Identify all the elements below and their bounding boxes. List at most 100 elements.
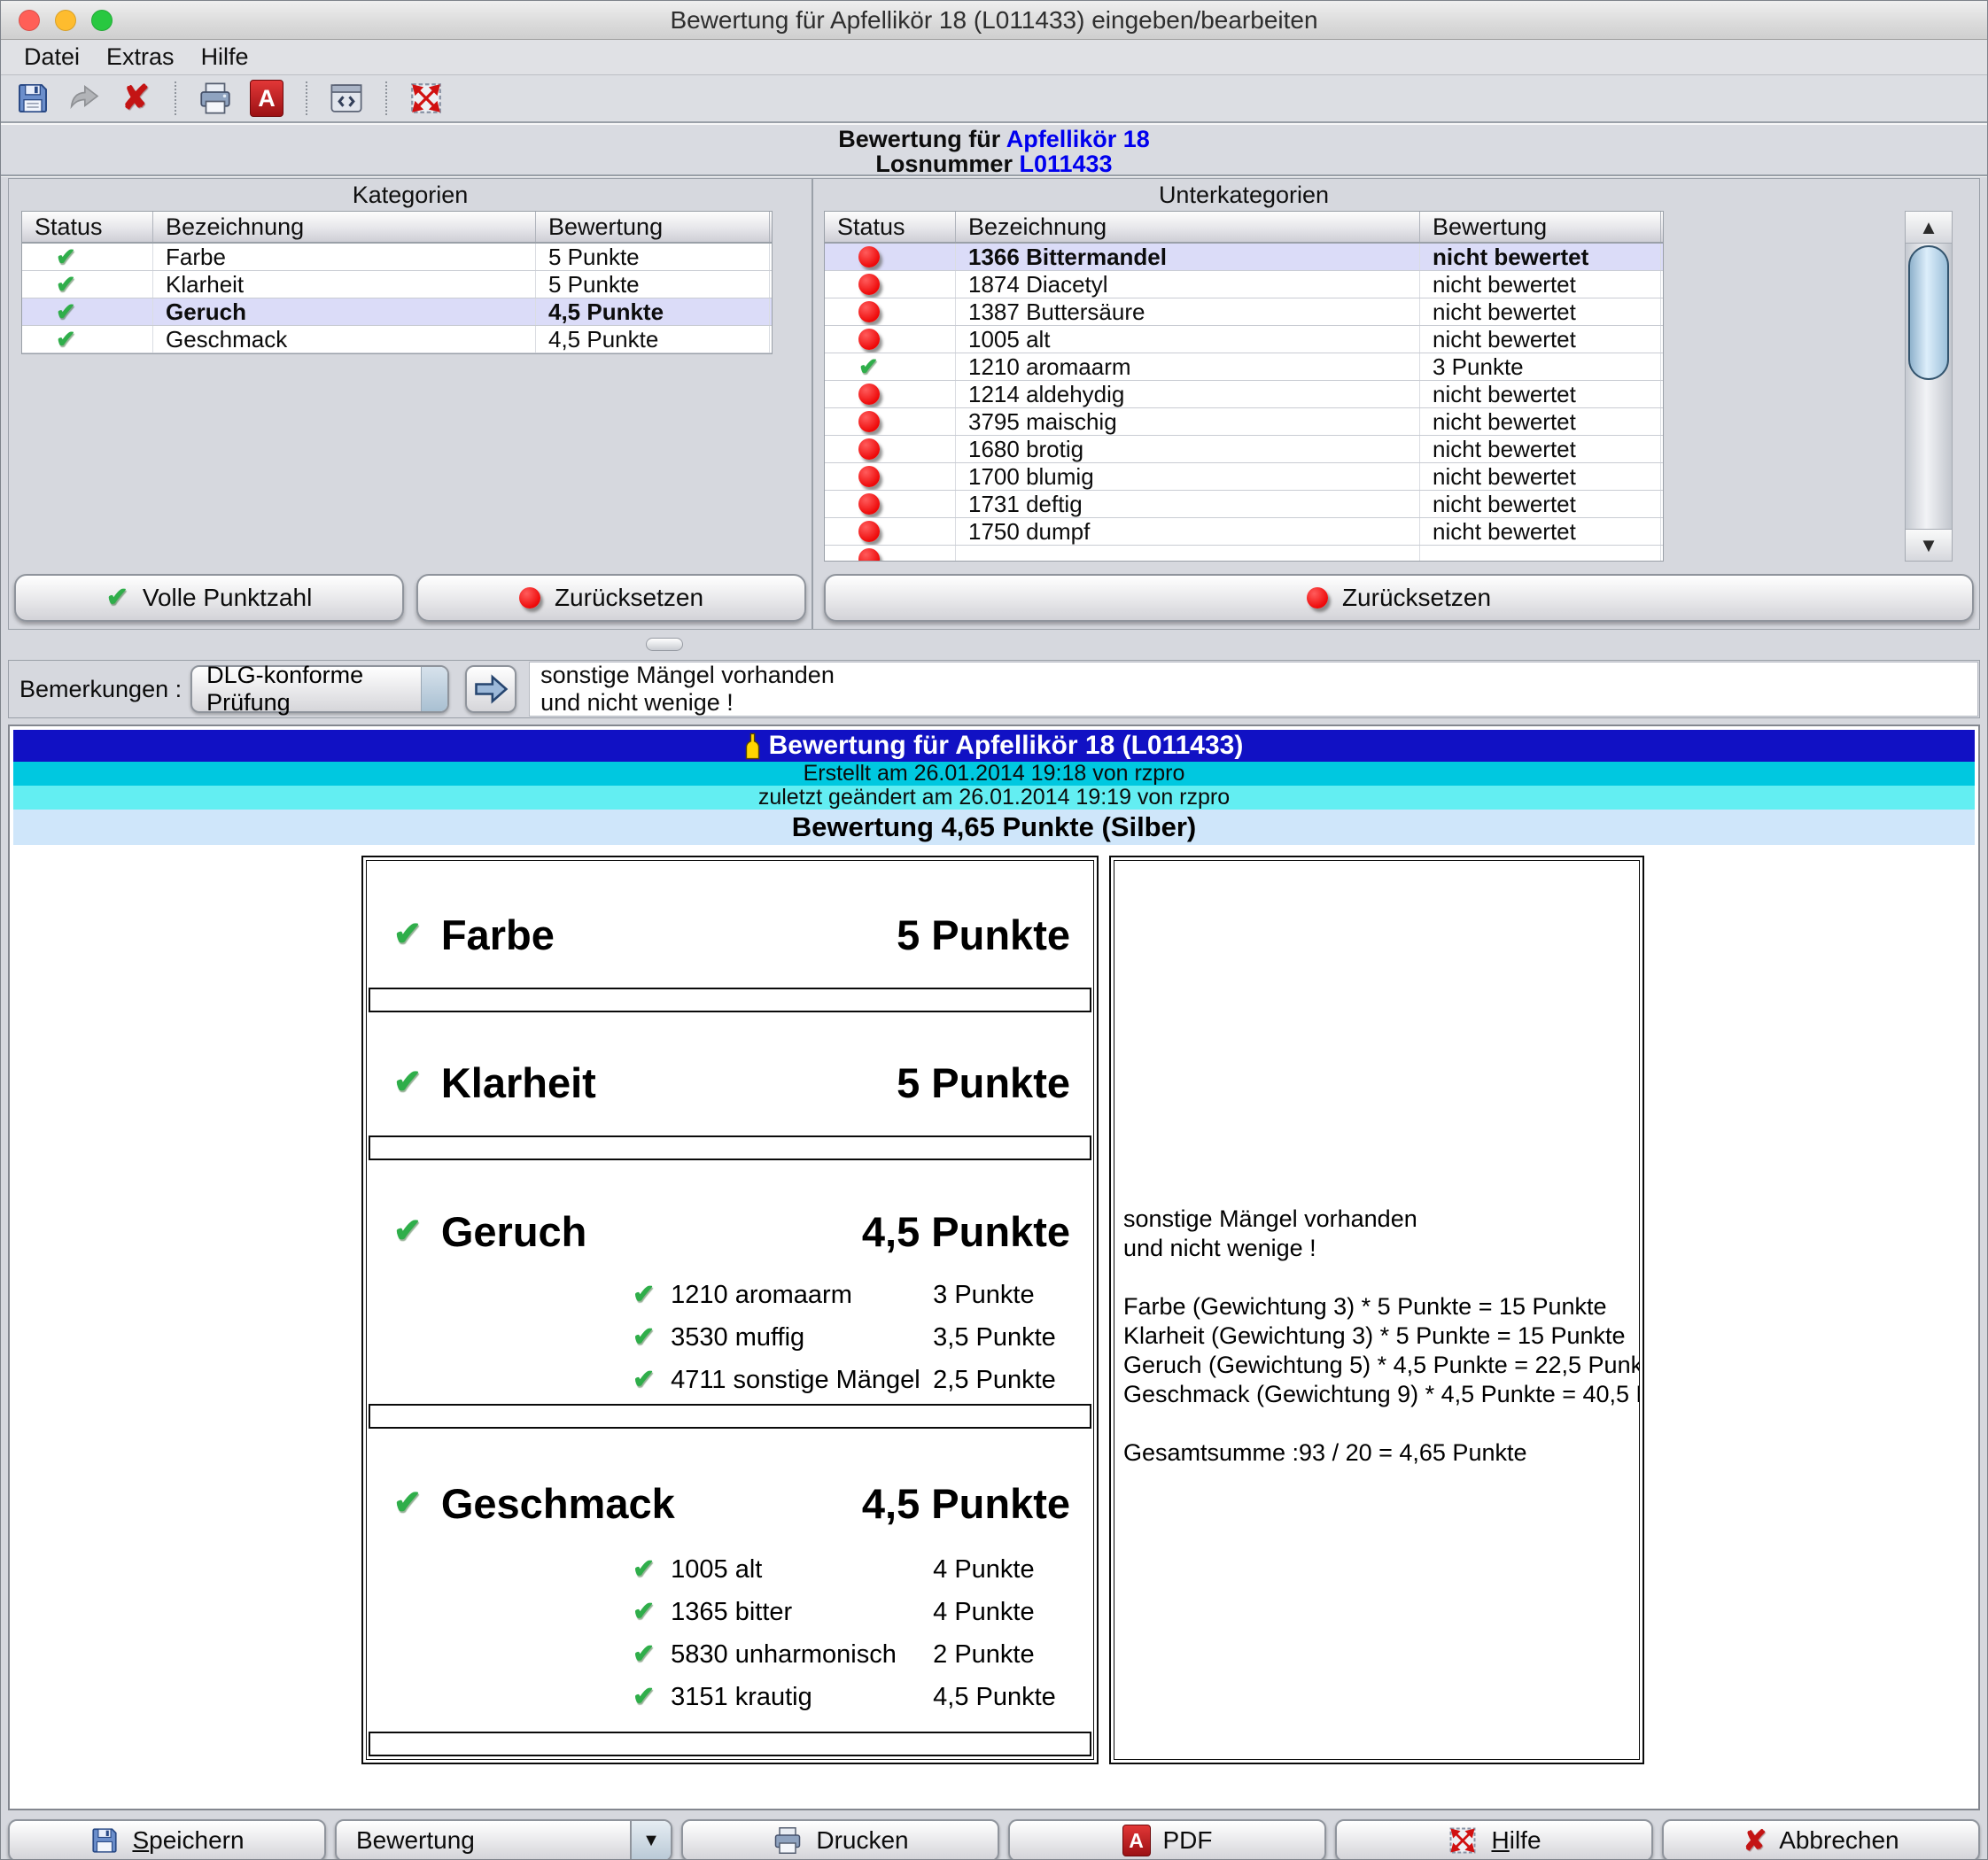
subcategory-rating: nicht bewertet — [1420, 463, 1661, 490]
red-dot-icon — [858, 466, 880, 487]
table-row[interactable]: 1750 dumpf nicht bewertet — [825, 518, 1663, 546]
print-label: Drucken — [816, 1826, 908, 1855]
scroll-down-button[interactable]: ▼ — [1906, 529, 1952, 561]
red-dot-icon — [858, 246, 880, 267]
subcategory-rating: nicht bewertet — [1420, 271, 1661, 298]
subitem-points: 4,5 Punkte — [933, 1683, 1056, 1712]
check-icon: ✔ — [106, 585, 128, 611]
table-row[interactable]: ✔ 1210 aromaarm 3 Punkte — [825, 353, 1663, 381]
menu-datei[interactable]: Datei — [24, 43, 80, 71]
column-status[interactable]: Status — [825, 212, 956, 242]
category-name: Geschmack — [153, 326, 536, 353]
menu-extras[interactable]: Extras — [106, 43, 175, 71]
table-row[interactable]: ✔ Klarheit 5 Punkte — [22, 271, 772, 298]
block-points: 4,5 Punkte — [862, 1479, 1070, 1528]
table-row[interactable]: ✔ Farbe 5 Punkte — [22, 244, 772, 271]
report-modified-bar: zuletzt geändert am 26.01.2014 19:19 von… — [13, 786, 1975, 810]
block-name: Geschmack — [441, 1479, 675, 1528]
bottle-icon — [745, 732, 760, 760]
red-dot-icon — [858, 274, 880, 295]
validate-toolbar-button[interactable] — [405, 78, 447, 119]
print-button[interactable]: Drucken — [681, 1819, 999, 1860]
apply-remark-button[interactable] — [465, 665, 516, 713]
check-icon: ✔ — [56, 300, 76, 324]
printer-icon — [772, 1825, 804, 1856]
subcategory-rating: nicht bewertet — [1420, 298, 1661, 325]
table-row[interactable]: 1387 Buttersäure nicht bewertet — [825, 298, 1663, 326]
table-row[interactable]: 1731 deftig nicht bewertet — [825, 491, 1663, 518]
full-points-label: Volle Punktzahl — [143, 584, 312, 612]
block-name: Klarheit — [441, 1058, 596, 1107]
subcategories-panel: Unterkategorien Status Bezeichnung Bewer… — [813, 179, 1979, 629]
table-row[interactable]: 1700 blumig nicht bewertet — [825, 463, 1663, 491]
table-row[interactable]: 1874 Diacetyl nicht bewertet — [825, 271, 1663, 298]
table-row[interactable]: ✔ Geschmack 4,5 Punkte — [22, 326, 772, 353]
save-button[interactable]: Speichern — [8, 1819, 326, 1860]
zoom-window-button[interactable] — [91, 10, 113, 31]
save-toolbar-button[interactable] — [12, 78, 54, 119]
check-icon: ✔ — [633, 1556, 655, 1583]
table-row-selected[interactable]: 1366 Bittermandel nicht bewertet — [825, 244, 1663, 271]
subitem-name: 5830 unharmonisch — [671, 1640, 933, 1670]
subitem-points: 2,5 Punkte — [933, 1366, 1056, 1395]
report-total-bar: Bewertung 4,65 Punkte (Silber) — [13, 810, 1975, 845]
menu-hilfe[interactable]: Hilfe — [201, 43, 249, 71]
window-toolbar-button[interactable] — [325, 78, 368, 119]
remarks-panel: Bemerkungen : DLG-konforme Prüfung sonst… — [8, 660, 1980, 718]
remarks-text-area[interactable]: sonstige Mängel vorhanden und nicht weni… — [529, 662, 1978, 717]
split-divider[interactable] — [1, 630, 1987, 660]
subcategory-name: 1387 Buttersäure — [956, 298, 1420, 325]
header-lot-number: L011433 — [1019, 151, 1112, 177]
delete-toolbar-button[interactable]: ✘ — [114, 78, 157, 119]
subitem-name: 1210 aromaarm — [671, 1281, 933, 1310]
table-row[interactable]: 1680 brotig nicht bewertet — [825, 436, 1663, 463]
column-status[interactable]: Status — [22, 212, 153, 242]
remarks-dropdown[interactable]: DLG-konforme Prüfung — [190, 665, 449, 713]
red-dot-icon — [858, 438, 880, 460]
table-row[interactable]: 1005 alt nicht bewertet — [825, 326, 1663, 353]
subcategory-rating: nicht bewertet — [1420, 381, 1661, 407]
column-bewertung[interactable]: Bewertung — [536, 212, 770, 242]
pdf-button[interactable]: A PDF — [1008, 1819, 1326, 1860]
print-toolbar-button[interactable] — [194, 78, 237, 119]
table-row-selected[interactable]: ✔ Geruch 4,5 Punkte — [22, 298, 772, 326]
subcategory-name: 1731 deftig — [956, 491, 1420, 517]
table-row-partial[interactable] — [825, 546, 1663, 561]
scrollbar-thumb[interactable] — [1908, 245, 1949, 380]
red-cross-icon: ✘ — [121, 81, 150, 115]
column-bezeichnung[interactable]: Bezeichnung — [956, 212, 1420, 242]
red-dot-icon — [858, 301, 880, 322]
column-bezeichnung[interactable]: Bezeichnung — [153, 212, 536, 242]
report-modified: zuletzt geändert am 26.01.2014 19:19 von… — [758, 785, 1230, 810]
subitem-points: 4 Punkte — [933, 1598, 1034, 1627]
help-button[interactable]: Hilfe — [1335, 1819, 1653, 1860]
categories-panel: Kategorien Status Bezeichnung Bewertung … — [9, 179, 813, 629]
report-title-bar: Bewertung für Apfellikör 18 (L011433) — [13, 730, 1975, 762]
cancel-button[interactable]: ✘ Abbrechen — [1662, 1819, 1980, 1860]
pdf-toolbar-button[interactable]: A — [245, 78, 288, 119]
full-points-button[interactable]: ✔ Volle Punktzahl — [14, 574, 404, 622]
column-bewertung[interactable]: Bewertung — [1420, 212, 1661, 242]
reset-categories-button[interactable]: Zurücksetzen — [416, 574, 806, 622]
footer-bar: Speichern Bewertung ▼ Drucken A PDF Hilf… — [8, 1819, 1980, 1860]
undo-toolbar-button[interactable] — [63, 78, 105, 119]
scroll-up-button[interactable]: ▲ — [1906, 212, 1952, 244]
help-label-initial: H — [1491, 1826, 1509, 1854]
minimize-window-button[interactable] — [55, 10, 76, 31]
table-row[interactable]: 3795 maischig nicht bewertet — [825, 408, 1663, 436]
rating-mode-dropdown[interactable]: Bewertung ▼ — [335, 1819, 672, 1860]
check-icon: ✔ — [393, 918, 422, 951]
vertical-scrollbar[interactable]: ▲ ▼ — [1905, 211, 1953, 562]
category-name: Geruch — [153, 298, 536, 325]
chevron-down-icon[interactable]: ▼ — [630, 1821, 671, 1860]
red-dot-icon — [1307, 587, 1328, 608]
close-window-button[interactable] — [19, 10, 40, 31]
report-block-klarheit: ✔ Klarheit 5 Punkte — [367, 1040, 1093, 1125]
red-dot-icon — [858, 329, 880, 350]
reset-subcategories-button[interactable]: Zurücksetzen — [824, 574, 1974, 622]
table-row[interactable]: 1214 aldehydig nicht bewertet — [825, 381, 1663, 408]
block-name: Farbe — [441, 911, 555, 959]
subitem-name: 1365 bitter — [671, 1598, 933, 1627]
subcategory-rating: nicht bewertet — [1420, 491, 1661, 517]
split-handle-icon[interactable] — [646, 638, 683, 651]
